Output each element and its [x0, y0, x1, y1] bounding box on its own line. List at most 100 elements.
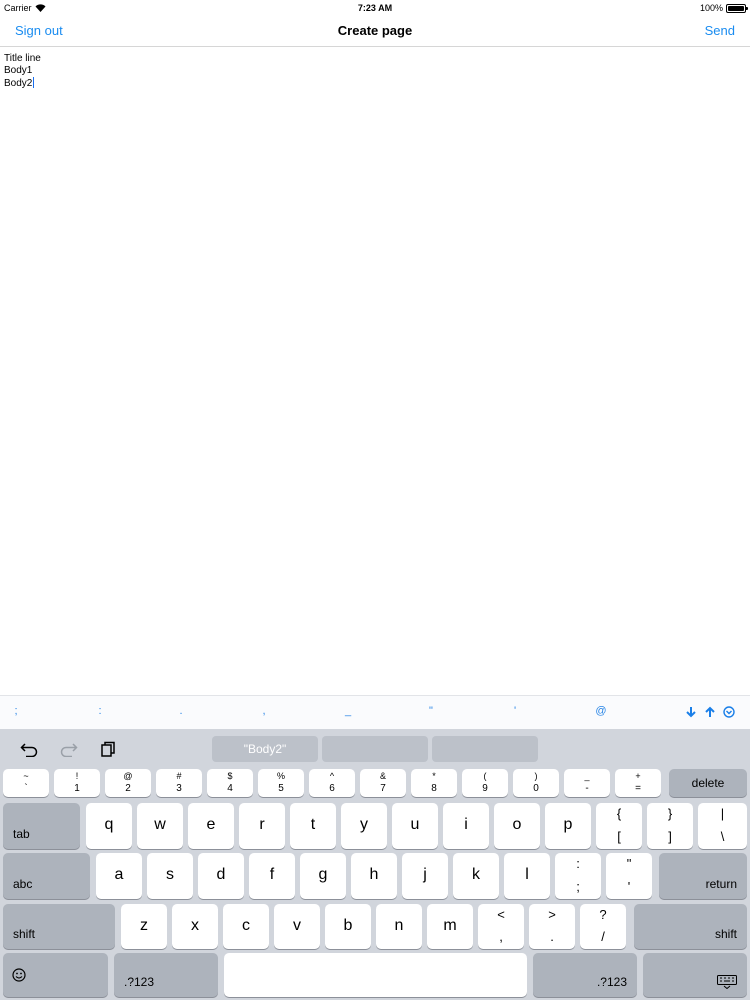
shift-key-left[interactable]: shift	[3, 904, 115, 949]
key-quote[interactable]: " '	[606, 853, 652, 899]
space-key[interactable]	[224, 953, 527, 997]
suggestion-2[interactable]	[322, 736, 428, 762]
key-slash[interactable]: ? /	[580, 904, 626, 949]
key-equals[interactable]: + =	[615, 769, 661, 797]
undo-icon[interactable]	[20, 741, 38, 757]
punct-key-double-quote[interactable]: "	[419, 705, 443, 717]
key-minus[interactable]: _ -	[564, 769, 610, 797]
chevron-circle-down-icon[interactable]	[723, 706, 735, 718]
key-6[interactable]: ^ 6	[309, 769, 355, 797]
key-l[interactable]: l	[504, 853, 550, 899]
key-t[interactable]: t	[290, 803, 336, 849]
key-4[interactable]: $4	[207, 769, 253, 797]
tab-key[interactable]: tab	[3, 803, 80, 849]
punct-key-semicolon[interactable]: ;	[4, 705, 28, 717]
key-label-top: %	[276, 771, 285, 781]
numbers-mode-key-right[interactable]: .?123	[533, 953, 637, 997]
key-r[interactable]: r	[239, 803, 285, 849]
key-5[interactable]: % 5	[258, 769, 304, 797]
arrow-up-icon[interactable]	[704, 706, 716, 718]
key-label-top: ?	[599, 907, 607, 922]
key-label: g	[318, 866, 328, 884]
key-label-top: $	[227, 771, 233, 781]
redo-icon[interactable]	[60, 741, 78, 757]
editor-line-body2-text: Body2	[4, 78, 33, 89]
key-v[interactable]: v	[274, 904, 320, 949]
editor-line-body1: Body1	[4, 65, 33, 76]
sign-out-button[interactable]: Sign out	[15, 23, 63, 38]
arrow-down-icon[interactable]	[685, 706, 697, 718]
key-b[interactable]: b	[325, 904, 371, 949]
key-label-bottom: 4	[227, 783, 233, 794]
key-label-top: :	[576, 856, 580, 871]
key-u[interactable]: u	[392, 803, 438, 849]
punct-key-underscore[interactable]: _	[336, 705, 360, 717]
send-button[interactable]: Send	[705, 23, 735, 38]
key-j[interactable]: j	[402, 853, 448, 899]
key-d[interactable]: d	[198, 853, 244, 899]
key-k[interactable]: k	[453, 853, 499, 899]
key-n[interactable]: n	[376, 904, 422, 949]
punct-key-period[interactable]: .	[169, 705, 193, 717]
key-label: f	[269, 866, 275, 884]
key-g[interactable]: g	[300, 853, 346, 899]
page-title: Create page	[337, 23, 413, 38]
key-o[interactable]: o	[494, 803, 540, 849]
key-backtick[interactable]: ~ `	[3, 769, 49, 797]
key-h[interactable]: h	[351, 853, 397, 899]
key-label-bottom: .	[550, 929, 554, 944]
key-7[interactable]: & 7	[360, 769, 406, 797]
suggestion-1[interactable]: "Body2"	[212, 736, 318, 762]
key-bracket-right[interactable]: }]	[647, 803, 693, 849]
key-label-bottom: '	[627, 879, 631, 894]
key-s[interactable]: s	[147, 853, 193, 899]
key-e[interactable]: e	[188, 803, 234, 849]
key-y[interactable]: y	[341, 803, 387, 849]
key-1[interactable]: ! 1	[54, 769, 100, 797]
key-label-top: )	[534, 771, 538, 781]
key-f[interactable]: f	[249, 853, 295, 899]
key-label-top: &	[379, 771, 386, 781]
punct-key-single-quote[interactable]: '	[503, 705, 527, 717]
key-label-top: !	[75, 771, 79, 781]
paste-icon[interactable]	[99, 741, 117, 757]
key-c[interactable]: c	[223, 904, 269, 949]
return-key[interactable]: return	[659, 853, 747, 899]
delete-key[interactable]: delete	[669, 769, 747, 797]
key-comma[interactable]: <,	[478, 904, 524, 949]
shift-key-label: shift	[714, 927, 737, 941]
key-0[interactable]: ) 0	[513, 769, 559, 797]
return-key-label: return	[705, 877, 737, 891]
key-m[interactable]: m	[427, 904, 473, 949]
punct-key-at[interactable]: @	[589, 705, 613, 717]
key-2[interactable]: @2	[105, 769, 151, 797]
suggestion-3[interactable]	[432, 736, 538, 762]
punct-key-colon[interactable]: :	[88, 705, 112, 717]
abc-key[interactable]: abc	[3, 853, 90, 899]
key-bracket-left[interactable]: {[	[596, 803, 642, 849]
numbers-mode-key-left[interactable]: .?123	[114, 953, 218, 997]
key-x[interactable]: x	[172, 904, 218, 949]
key-3[interactable]: #3	[156, 769, 202, 797]
key-z[interactable]: z	[121, 904, 167, 949]
key-8[interactable]: * 8	[411, 769, 457, 797]
mode-key-label: .?123	[124, 975, 155, 989]
key-label-bottom: [	[617, 829, 621, 844]
key-w[interactable]: w	[137, 803, 183, 849]
key-a[interactable]: a	[96, 853, 142, 899]
key-9[interactable]: (9	[462, 769, 508, 797]
key-semicolon[interactable]: :;	[555, 853, 601, 899]
key-backslash[interactable]: | \	[698, 803, 747, 849]
key-q[interactable]: q	[86, 803, 132, 849]
key-period[interactable]: >.	[529, 904, 575, 949]
key-label: j	[423, 866, 427, 884]
key-p[interactable]: p	[545, 803, 591, 849]
key-label-bottom: 2	[125, 783, 131, 794]
emoji-key[interactable]	[3, 953, 108, 997]
keyboard-dismiss-key[interactable]	[643, 953, 747, 997]
key-i[interactable]: i	[443, 803, 489, 849]
key-label-bottom: `	[24, 783, 28, 794]
punct-key-comma[interactable]: ,	[252, 705, 276, 717]
shift-key-right[interactable]: shift	[634, 904, 747, 949]
text-editor[interactable]: Title line Body1 Body2	[0, 48, 750, 695]
